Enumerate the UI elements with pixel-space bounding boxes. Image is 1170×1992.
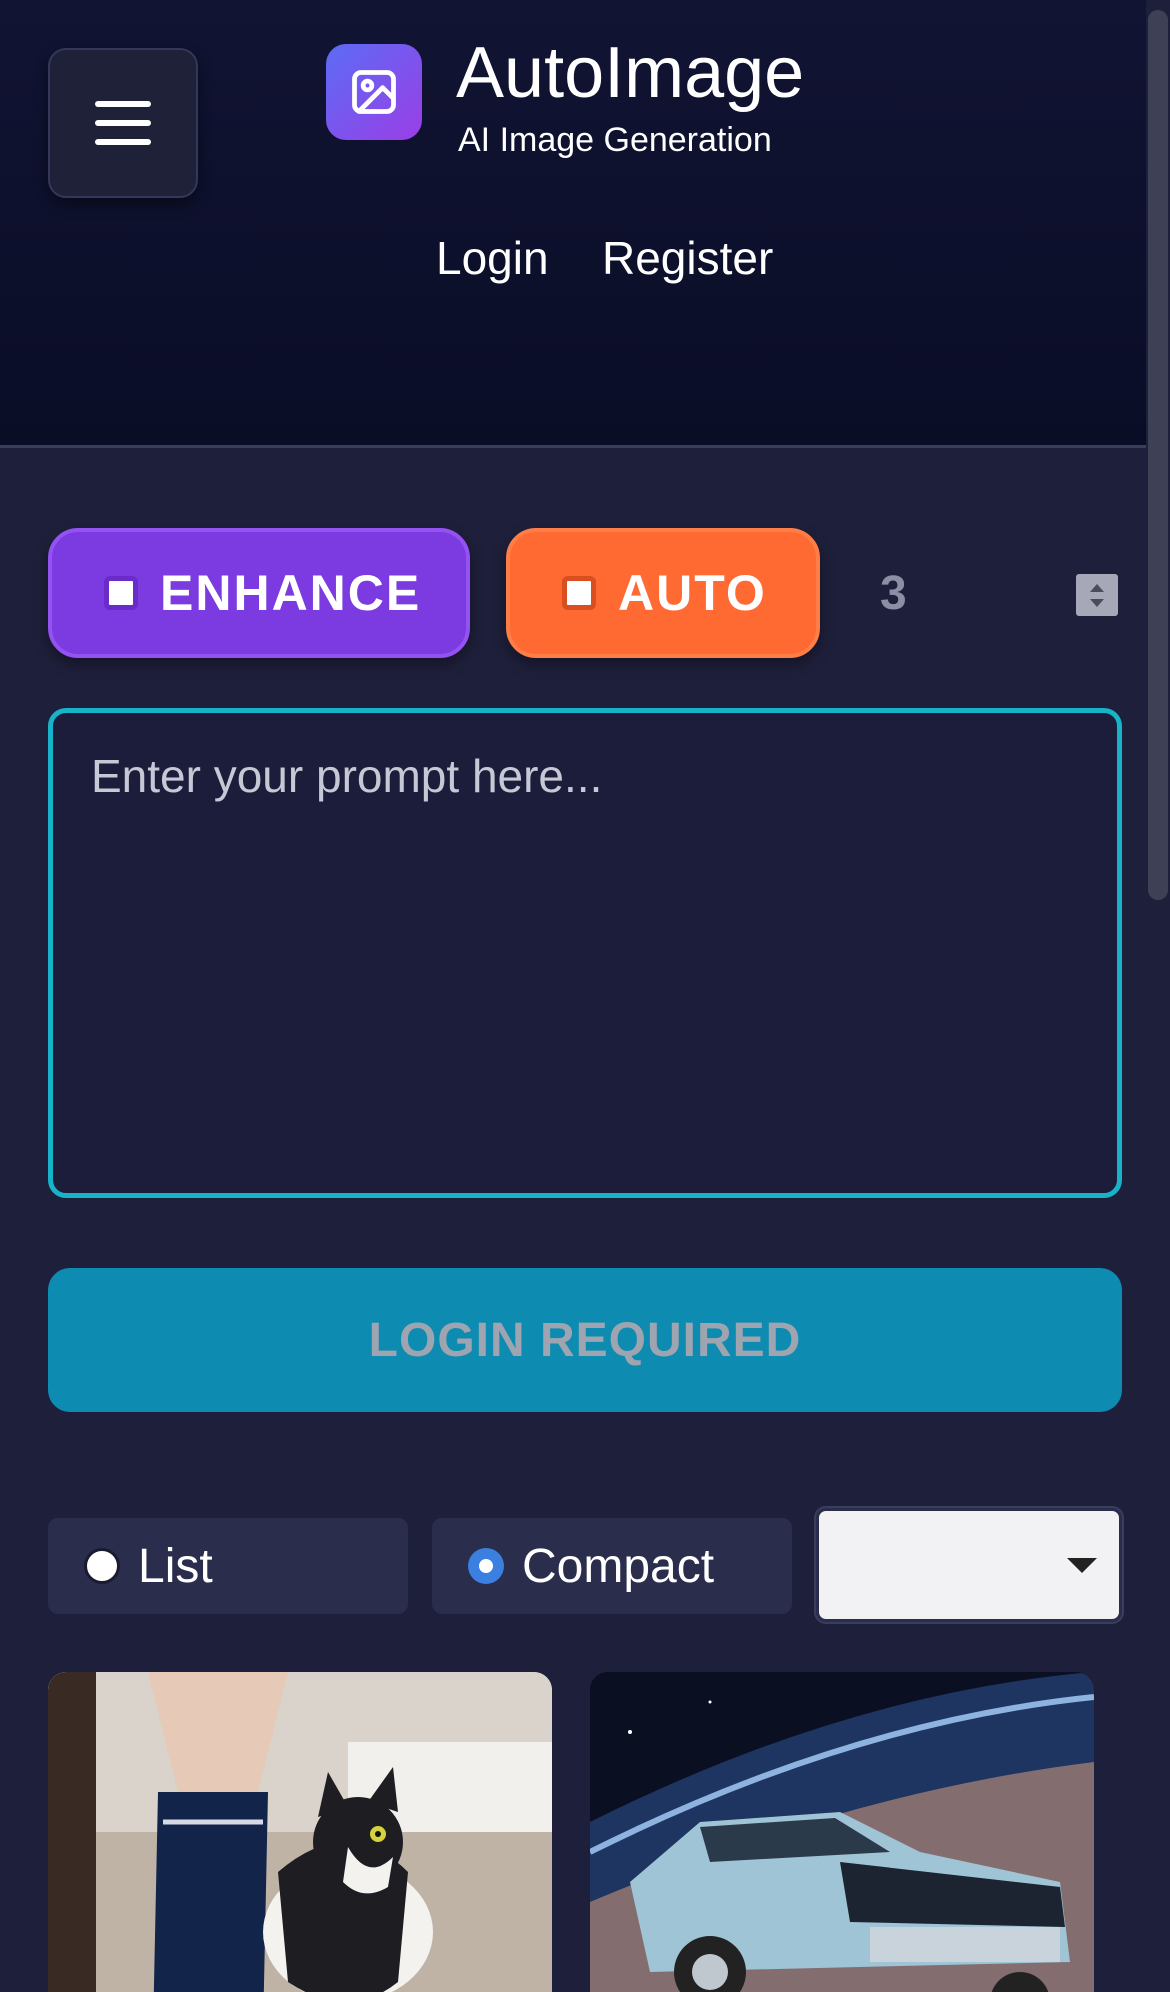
- stepper-down-icon[interactable]: [1090, 598, 1104, 607]
- count-stepper[interactable]: [1076, 574, 1118, 616]
- car-in-space-image: [590, 1672, 1094, 1992]
- auto-toggle[interactable]: AUTO: [506, 528, 820, 658]
- list-label: List: [138, 1539, 213, 1593]
- enhance-toggle[interactable]: ENHANCE: [48, 528, 470, 658]
- menu-button[interactable]: [48, 48, 198, 198]
- image-icon: [352, 70, 396, 114]
- enhance-label: ENHANCE: [160, 565, 422, 621]
- app-logo[interactable]: [326, 44, 422, 140]
- compact-label: Compact: [522, 1539, 715, 1593]
- enhance-checkbox[interactable]: [104, 576, 138, 610]
- visibility-select-value: Public: [873, 1538, 1004, 1592]
- visibility-select[interactable]: Public: [816, 1508, 1122, 1622]
- gallery-item-cat[interactable]: [48, 1672, 552, 1992]
- page: AutoImage AI Image Generation Login Regi…: [0, 0, 1170, 1992]
- hamburger-icon: [95, 101, 151, 145]
- login-link[interactable]: Login: [436, 230, 549, 286]
- image-count-input[interactable]: 3: [880, 566, 907, 621]
- compact-radio[interactable]: [468, 1548, 504, 1584]
- cat-and-socks-image: [48, 1672, 552, 1992]
- app-title[interactable]: AutoImage: [456, 32, 804, 114]
- view-list-option[interactable]: List: [48, 1518, 408, 1614]
- scrollbar-thumb[interactable]: [1148, 10, 1168, 900]
- stepper-up-icon[interactable]: [1090, 583, 1104, 592]
- gallery-item-car[interactable]: [590, 1672, 1094, 1992]
- view-compact-option[interactable]: Compact: [432, 1518, 792, 1614]
- site-header: AutoImage AI Image Generation Login Regi…: [0, 0, 1146, 448]
- app-subtitle: AI Image Generation: [458, 121, 772, 159]
- chevron-down-icon: [1067, 1557, 1097, 1573]
- register-link[interactable]: Register: [602, 230, 773, 286]
- auto-label: AUTO: [618, 565, 767, 621]
- auto-checkbox[interactable]: [562, 576, 596, 610]
- prompt-input[interactable]: [48, 708, 1122, 1198]
- login-required-button[interactable]: LOGIN REQUIRED: [48, 1268, 1122, 1412]
- list-radio[interactable]: [84, 1548, 120, 1584]
